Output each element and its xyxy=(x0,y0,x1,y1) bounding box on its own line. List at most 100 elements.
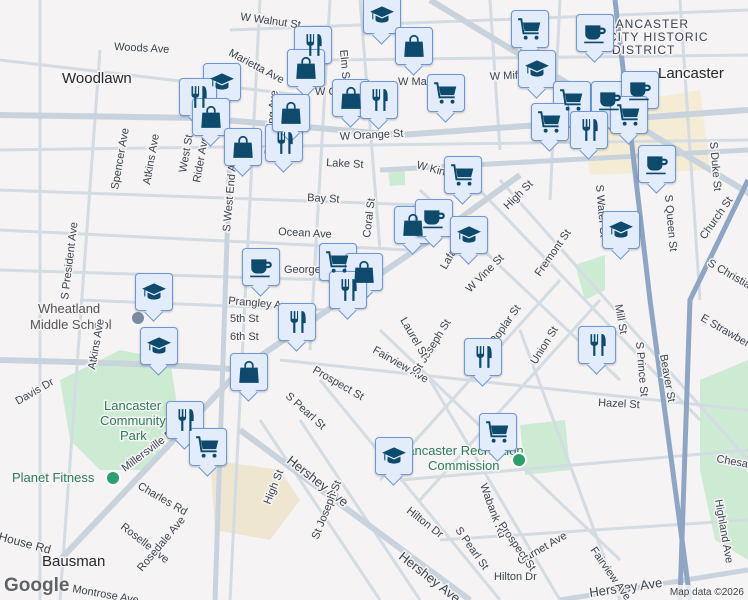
map-attribution[interactable]: Map data ©2026 xyxy=(665,585,748,600)
poi-park[interactable]: Lancaster xyxy=(103,397,164,415)
street-label: Davis Dr xyxy=(14,376,57,408)
grocery-icon xyxy=(617,104,640,126)
restaurant-icon xyxy=(290,311,306,333)
restaurant-marker[interactable] xyxy=(578,326,616,364)
street-label: Montrose Ave xyxy=(71,583,139,600)
coffee-icon xyxy=(250,259,272,278)
historic-label-1: LANCASTER xyxy=(608,17,689,31)
restaurant-icon xyxy=(178,409,194,431)
school-icon xyxy=(382,447,406,464)
coffee-marker[interactable] xyxy=(242,248,280,286)
street-label: Woods Ave xyxy=(114,41,170,56)
area-woodlawn: Woodlawn xyxy=(62,70,132,87)
shop-icon xyxy=(233,135,253,158)
street-label: S Duke St xyxy=(707,141,723,191)
recreation-pin-icon[interactable] xyxy=(511,452,527,468)
restaurant-icon xyxy=(590,334,606,356)
street-label: Atkins Ave xyxy=(141,133,162,185)
shop-icon xyxy=(404,34,424,57)
grocery-icon xyxy=(434,82,457,104)
school-marker[interactable] xyxy=(140,327,178,365)
shop-icon xyxy=(201,105,221,128)
fitness-pin-icon[interactable] xyxy=(105,470,121,486)
shop-marker[interactable] xyxy=(230,353,268,391)
grocery-icon xyxy=(518,18,541,40)
restaurant-marker[interactable] xyxy=(278,303,316,341)
poi-planet-fitness[interactable]: Planet Fitness xyxy=(11,469,97,487)
coffee-icon xyxy=(629,82,651,101)
school-marker[interactable] xyxy=(450,216,488,254)
restaurant-icon xyxy=(341,279,357,301)
school-icon xyxy=(370,6,394,23)
street-label: Ocean Ave xyxy=(278,226,332,241)
street-label: W Orange St xyxy=(340,128,404,143)
grocery-marker[interactable] xyxy=(444,156,482,194)
poi-park-2[interactable]: Community xyxy=(99,412,168,430)
area-bausman: Bausman xyxy=(42,553,105,570)
coffee-icon xyxy=(646,156,668,175)
street-label: S Christian St xyxy=(706,257,748,301)
school-marker[interactable] xyxy=(602,211,640,249)
grocery-marker[interactable] xyxy=(511,10,549,48)
poi-wheatland[interactable]: Wheatland xyxy=(37,300,102,318)
shop-icon xyxy=(281,101,301,124)
grocery-marker[interactable] xyxy=(189,428,227,466)
street-label: Charles Rd xyxy=(136,480,190,518)
grocery-marker[interactable] xyxy=(427,74,465,112)
grocery-icon xyxy=(486,421,509,443)
street-label: S Prince St xyxy=(633,341,650,397)
street-label: Lake St xyxy=(326,157,364,171)
coffee-marker[interactable] xyxy=(638,145,676,183)
street-label: Hazel St xyxy=(598,397,640,411)
street-label: 5th St xyxy=(230,313,259,325)
historic-label-3: DISTRICT xyxy=(612,43,675,57)
tan-area xyxy=(210,460,300,540)
grocery-icon xyxy=(326,251,349,273)
poi-park-3[interactable]: Park xyxy=(119,427,149,445)
shop-icon xyxy=(341,86,361,109)
school-icon xyxy=(142,283,166,300)
grocery-marker[interactable] xyxy=(479,413,517,451)
restaurant-marker[interactable] xyxy=(360,81,398,119)
street-label: 6th St xyxy=(230,331,259,343)
street-label: Bay St xyxy=(307,192,340,206)
street-label: Prospect St xyxy=(311,364,366,403)
school-marker[interactable] xyxy=(135,273,173,311)
street-label: House Rd xyxy=(0,529,52,556)
street-label: Elm St xyxy=(337,49,352,82)
street-label: E Strawberry St xyxy=(699,312,748,361)
grocery-icon xyxy=(538,111,561,133)
street-label: Hilton Dr xyxy=(494,571,537,583)
school-icon xyxy=(210,73,234,90)
street-label: Spencer Ave xyxy=(109,127,132,190)
school-pin-icon[interactable] xyxy=(132,312,144,324)
school-icon xyxy=(457,226,481,243)
school-icon xyxy=(147,337,171,354)
shop-marker[interactable] xyxy=(224,128,262,166)
street-label: S Queen St xyxy=(662,194,679,252)
grocery-icon xyxy=(196,436,219,458)
school-marker[interactable] xyxy=(375,437,413,475)
google-logo: Google xyxy=(4,575,70,596)
shop-marker[interactable] xyxy=(272,94,310,132)
restaurant-marker[interactable] xyxy=(464,338,502,376)
shop-icon xyxy=(296,56,316,79)
restaurant-marker[interactable] xyxy=(570,111,608,149)
school-icon xyxy=(525,60,549,77)
restaurant-icon xyxy=(277,132,293,154)
coffee-icon xyxy=(584,25,606,44)
restaurant-icon xyxy=(476,346,492,368)
restaurant-icon xyxy=(582,119,598,141)
street-label: Hershey Ave xyxy=(396,549,463,600)
poi-commission[interactable]: Commission xyxy=(427,457,502,475)
coffee-icon xyxy=(423,210,445,229)
area-lancaster: Lancaster xyxy=(658,65,724,82)
school-marker[interactable] xyxy=(518,50,556,88)
historic-label-2: CITY HISTORIC xyxy=(608,30,709,44)
school-icon xyxy=(609,221,633,238)
shop-marker[interactable] xyxy=(395,27,433,65)
restaurant-icon xyxy=(372,89,388,111)
coffee-marker[interactable] xyxy=(576,14,614,52)
shop-icon xyxy=(239,360,259,383)
grocery-icon xyxy=(451,164,474,186)
